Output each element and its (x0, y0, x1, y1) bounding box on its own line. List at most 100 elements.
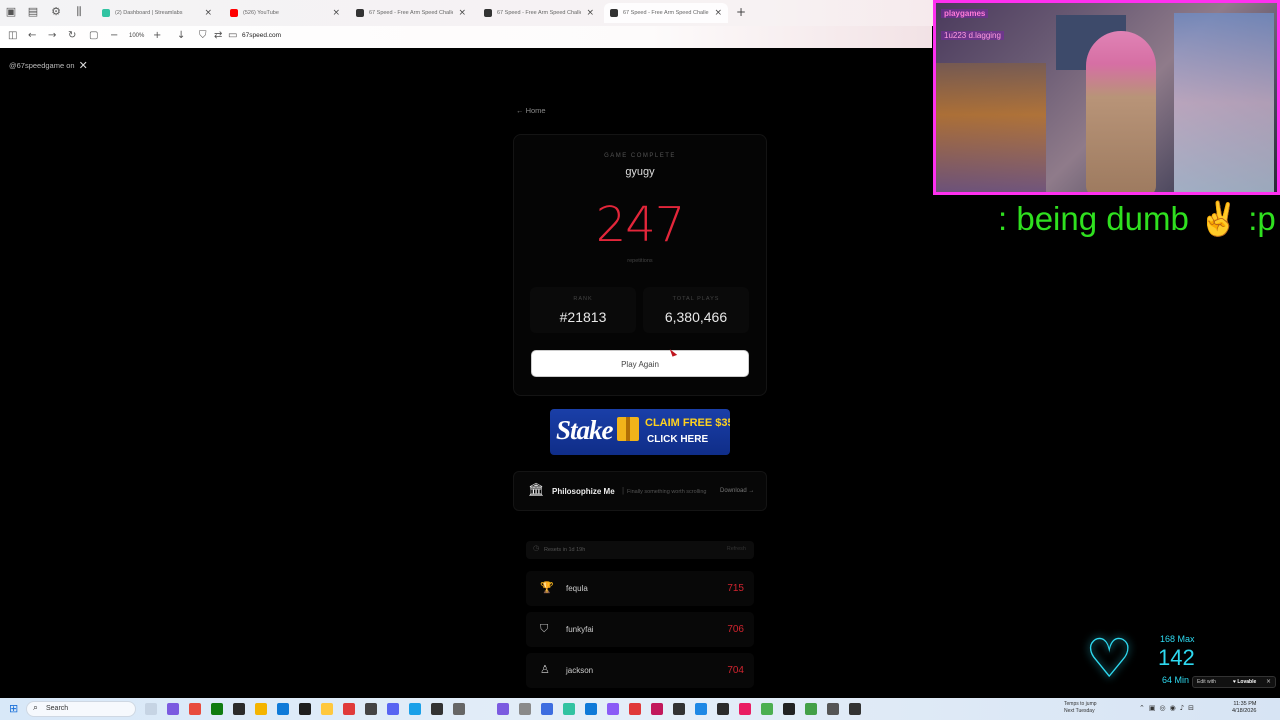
save-page-icon[interactable]: ▢ (89, 30, 98, 41)
chrome-icon[interactable] (255, 703, 267, 715)
system-clock[interactable]: 11:35 PM 4/18/2026 (1232, 701, 1256, 715)
app-icon[interactable] (167, 703, 179, 715)
edge-icon[interactable] (277, 703, 289, 715)
system-tray-icons[interactable]: ⌃▣◎◉♪⊟ (1139, 704, 1198, 712)
settings-icon[interactable]: ⚙ (49, 5, 63, 19)
clock-time: 11:35 PM (1233, 701, 1257, 707)
player-name: gyugy (625, 166, 655, 178)
67speed-favicon-icon (610, 9, 618, 17)
heart-icon: ♡ (1085, 627, 1134, 690)
tab-67speed-1[interactable]: 67 Speed - Free Arm Speed Challen × (350, 3, 472, 23)
heart-rate-min: 64 Min (1162, 675, 1190, 685)
tab-youtube[interactable]: (526) YouTube × (224, 3, 346, 23)
refresh-button[interactable]: Refresh (727, 546, 746, 552)
download-link[interactable]: Download → (720, 488, 754, 494)
promo-separator: | (622, 486, 625, 495)
lovable-edit-text: Edit with (1197, 679, 1216, 685)
tab-67speed-2[interactable]: 67 Speed - Free Arm Speed Challen × (478, 3, 600, 23)
app-icon[interactable] (607, 703, 619, 715)
app-icon[interactable] (365, 703, 377, 715)
app-icon[interactable] (717, 703, 729, 715)
clock-icon: ◷ (533, 544, 540, 552)
app-icon[interactable] (233, 703, 245, 715)
game-status-label: GAME COMPLETE (604, 153, 676, 159)
app-icon[interactable] (761, 703, 773, 715)
close-tab-icon[interactable]: × (586, 8, 594, 18)
score-unit: repetitions (627, 258, 653, 264)
medal-icon: ⛉ (540, 622, 549, 635)
download-icon[interactable]: ↓ (177, 30, 185, 41)
app-icon[interactable] (563, 703, 575, 715)
taskbar-search[interactable]: ⌕ Search (26, 701, 136, 717)
sidebar-toggle-icon[interactable]: ◫ (8, 30, 17, 41)
reset-countdown: Resets in 1d 19h (544, 547, 586, 553)
windows-start-icon[interactable]: ⊞ (9, 702, 18, 715)
lovable-badge[interactable]: Edit with ♥ Lovable × (1192, 676, 1276, 688)
search-label: Search (46, 705, 69, 712)
leaderboard-row: ♙ jackson 704 (526, 653, 754, 688)
tune-icon[interactable]: ⇄ (214, 30, 222, 41)
app-icon[interactable] (541, 703, 553, 715)
home-link[interactable]: ← Home (516, 106, 546, 115)
close-tab-icon[interactable]: × (458, 8, 466, 18)
stake-ad-banner[interactable]: Stake CLAIM FREE $35 CLICK HERE (550, 409, 730, 455)
forward-icon[interactable]: → (48, 30, 56, 41)
app-icon[interactable] (629, 703, 641, 715)
workspaces-icon[interactable]: ▤ (26, 5, 40, 19)
app-icon[interactable] (651, 703, 663, 715)
new-tab-icon[interactable]: + (736, 5, 746, 19)
app-icon[interactable] (189, 703, 201, 715)
youtube-favicon-icon (230, 9, 238, 17)
x-logo-icon: ✕ (78, 59, 88, 72)
tab-67speed-active[interactable]: 67 Speed - Free Arm Speed Challen × (604, 3, 728, 23)
leaderboard-score: 706 (727, 624, 744, 635)
window-menu-icon[interactable]: ▣ (4, 5, 18, 19)
app-icon[interactable] (431, 703, 443, 715)
weather-line: Next Tuesday (1064, 708, 1095, 714)
app-icon[interactable] (497, 703, 509, 715)
play-again-button[interactable]: Play Again (531, 350, 749, 377)
philosophize-promo[interactable]: 🏛 Philosophize Me | Finally something wo… (513, 471, 767, 511)
tab-title: (526) YouTube (243, 10, 279, 16)
app-icon[interactable] (783, 703, 795, 715)
shield-icon[interactable]: ⛉ (199, 30, 207, 41)
app-icon[interactable] (519, 703, 531, 715)
zoom-out-icon[interactable]: − (110, 30, 118, 41)
tab-streamlabs[interactable]: (2) Dashboard | Streamlabs × (96, 3, 218, 23)
discord-icon[interactable] (387, 703, 399, 715)
close-tab-icon[interactable]: × (332, 8, 340, 18)
address-bar[interactable]: 67speed.com (242, 32, 281, 39)
tab-title: 67 Speed - Free Arm Speed Challen (623, 10, 710, 16)
file-explorer-icon[interactable] (321, 703, 333, 715)
app-icon[interactable] (739, 703, 751, 715)
app-icon[interactable] (585, 703, 597, 715)
browser-nav-bar: ◫ ← → ↻ ▢ − 100% + ↓ ⛉ ⇄ ▭ 67speed.com (0, 26, 932, 48)
weather-widget[interactable]: Temps to jump Next Tuesday (1064, 701, 1097, 715)
score-value: 247 (595, 197, 686, 253)
promo-tagline: Finally something worth scrolling (627, 489, 707, 495)
67speed-favicon-icon (484, 9, 492, 17)
app-icon[interactable] (453, 703, 465, 715)
cam-decor (1174, 13, 1274, 192)
close-tab-icon[interactable]: × (714, 8, 722, 18)
library-icon[interactable]: ⫼ (72, 5, 86, 19)
app-icon[interactable] (827, 703, 839, 715)
app-icon[interactable] (343, 703, 355, 715)
app-icon[interactable] (299, 703, 311, 715)
xbox-icon[interactable] (211, 703, 223, 715)
back-icon[interactable]: ← (28, 30, 36, 41)
app-icon[interactable] (409, 703, 421, 715)
leaderboard-score: 715 (727, 583, 744, 594)
reload-icon[interactable]: ↻ (68, 30, 76, 41)
zoom-in-icon[interactable]: + (153, 30, 161, 41)
close-icon[interactable]: × (1266, 678, 1271, 685)
task-view-icon[interactable] (145, 703, 157, 715)
close-tab-icon[interactable]: × (204, 8, 212, 18)
cam-label: playgames (941, 9, 989, 18)
app-icon[interactable] (695, 703, 707, 715)
stream-ticker: : being dumb ✌ :p (998, 200, 1276, 237)
app-icon[interactable] (849, 703, 861, 715)
app-icon[interactable] (673, 703, 685, 715)
app-icon[interactable] (805, 703, 817, 715)
lovable-brand: ♥ Lovable (1233, 679, 1257, 685)
